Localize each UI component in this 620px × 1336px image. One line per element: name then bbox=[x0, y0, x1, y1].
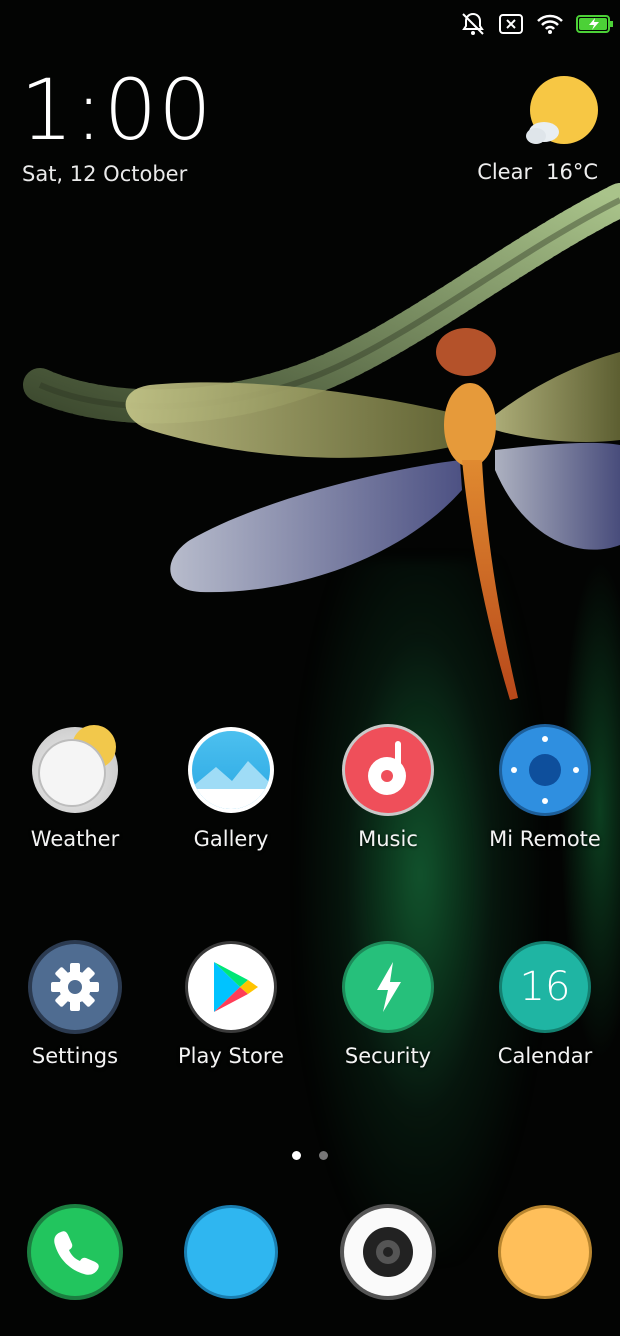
app-label: Mi Remote bbox=[489, 827, 601, 851]
wallpaper bbox=[0, 0, 620, 1336]
app-label: Weather bbox=[30, 827, 120, 851]
app-label: Settings bbox=[31, 1044, 119, 1068]
wifi-icon bbox=[536, 13, 564, 35]
battery-charging-icon bbox=[576, 13, 614, 35]
security-icon bbox=[345, 944, 431, 1030]
sim-error-icon bbox=[498, 13, 524, 35]
dock-notes[interactable] bbox=[470, 1208, 620, 1296]
app-play-store[interactable]: Play Store bbox=[156, 944, 306, 1068]
app-music[interactable]: Music bbox=[313, 727, 463, 851]
camera-icon bbox=[344, 1208, 432, 1296]
gear-icon bbox=[32, 944, 118, 1030]
app-mi-remote[interactable]: Mi Remote bbox=[470, 727, 620, 851]
phone-icon bbox=[31, 1208, 119, 1296]
clock-date: Sat, 12 October bbox=[22, 162, 188, 186]
music-icon bbox=[345, 727, 431, 813]
page-indicator[interactable] bbox=[292, 1151, 328, 1160]
weather-summary[interactable]: Clear 16°C bbox=[477, 160, 598, 184]
notes-icon bbox=[501, 1208, 589, 1296]
dock-messages[interactable] bbox=[156, 1208, 306, 1296]
app-calendar[interactable]: 16 Calendar bbox=[470, 944, 620, 1068]
app-weather[interactable]: Weather bbox=[0, 725, 150, 851]
remote-icon bbox=[502, 727, 588, 813]
weather-condition: Clear bbox=[477, 160, 533, 184]
messages-icon bbox=[187, 1208, 275, 1296]
app-settings[interactable]: Settings bbox=[0, 944, 150, 1068]
app-label: Play Store bbox=[178, 1044, 284, 1068]
weather-icon bbox=[32, 725, 118, 813]
page-dot[interactable] bbox=[319, 1151, 328, 1160]
dock-camera[interactable] bbox=[313, 1208, 463, 1296]
weather-temperature: 16°C bbox=[546, 160, 598, 184]
app-security[interactable]: Security bbox=[313, 944, 463, 1068]
app-label: Calendar bbox=[497, 1044, 593, 1068]
weather-sun-icon[interactable] bbox=[524, 76, 600, 152]
play-store-icon bbox=[188, 944, 274, 1030]
page-dot-active[interactable] bbox=[292, 1151, 301, 1160]
calendar-day-badge: 16 bbox=[519, 964, 571, 1010]
dock-phone[interactable] bbox=[0, 1208, 150, 1296]
status-bar bbox=[460, 10, 620, 38]
calendar-icon: 16 bbox=[502, 944, 588, 1030]
app-gallery[interactable]: Gallery bbox=[156, 727, 306, 851]
app-label: Security bbox=[344, 1044, 432, 1068]
mute-bell-icon bbox=[460, 11, 486, 37]
clock-time[interactable]: 1:00 bbox=[20, 68, 213, 152]
app-label: Music bbox=[358, 827, 418, 851]
gallery-icon bbox=[188, 727, 274, 813]
app-label: Gallery bbox=[193, 827, 269, 851]
